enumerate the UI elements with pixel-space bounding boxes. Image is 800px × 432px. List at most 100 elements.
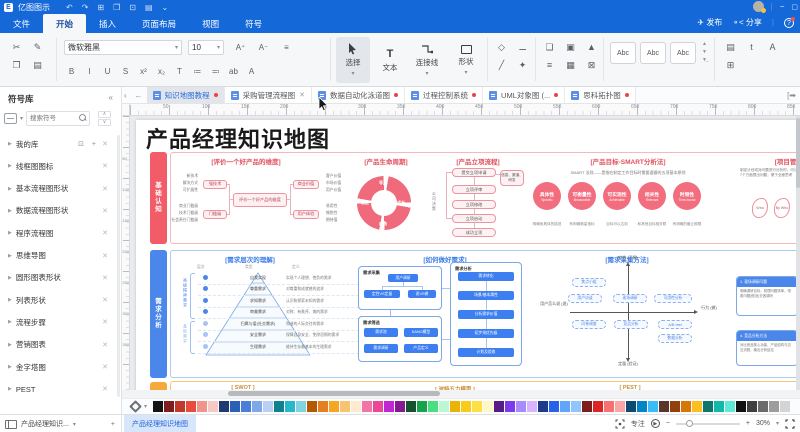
color-swatch[interactable] bbox=[692, 401, 702, 412]
color-swatch[interactable] bbox=[747, 401, 757, 412]
pill[interactable]: 场景/基本属性 bbox=[458, 291, 514, 300]
flow-step[interactable]: 成功立项 bbox=[452, 228, 496, 237]
text-color-icon[interactable]: T bbox=[172, 63, 187, 79]
matrix-method-pill[interactable]: 用户访谈 bbox=[568, 294, 602, 303]
gallery-up-icon[interactable]: ▲ bbox=[702, 41, 707, 47]
save-icon[interactable]: ⊡ bbox=[129, 3, 136, 12]
close-tab-icon[interactable]: ✕ bbox=[299, 91, 305, 99]
cut-icon[interactable]: ✂ bbox=[8, 39, 25, 55]
library-footer-label[interactable]: 产品经理知识... bbox=[21, 419, 69, 429]
pill[interactable]: 分析需求价值 bbox=[458, 310, 514, 319]
spelling-icon[interactable]: A bbox=[764, 39, 781, 55]
print-icon[interactable]: ▤ bbox=[145, 3, 153, 12]
sidebar-library-11[interactable]: ▶金字塔图✕ bbox=[0, 356, 116, 378]
document-tab-5[interactable]: UML对象图 (... bbox=[483, 87, 565, 103]
band-label[interactable]: 基 础 认 知 bbox=[150, 152, 167, 244]
mindmap-branch-node[interactable]: 强技术 bbox=[203, 180, 227, 189]
page-tab[interactable]: 产品经理知识地图 bbox=[124, 415, 196, 432]
mindmap-branch-node[interactable]: 商业价值 bbox=[293, 180, 319, 189]
zoom-slider[interactable] bbox=[676, 423, 740, 425]
font-family-select[interactable]: 微软雅黑▾ bbox=[64, 40, 182, 55]
color-swatch[interactable] bbox=[593, 401, 603, 412]
zoom-in-button[interactable]: + bbox=[746, 420, 750, 427]
expand-arrow-icon[interactable]: ▶ bbox=[8, 141, 12, 147]
info-card[interactable]: 1. 现场调研问题明确调研目标，梳理问题清单，带着问题(假设)去做调研 bbox=[736, 276, 798, 316]
menu-tab-3[interactable]: 插入 bbox=[86, 14, 129, 33]
open-icon[interactable]: ❐ bbox=[113, 3, 120, 12]
smart-circle[interactable]: 可实现性Achievable bbox=[603, 182, 631, 210]
color-swatch[interactable] bbox=[285, 401, 295, 412]
color-swatch[interactable] bbox=[329, 401, 339, 412]
add-library-button[interactable]: + bbox=[111, 421, 115, 428]
pill[interactable]: 需求池 bbox=[364, 328, 398, 337]
pill[interactable]: 产品定义 bbox=[404, 344, 438, 353]
bullet-list-icon[interactable]: ≔ bbox=[190, 63, 205, 79]
expand-arrow-icon[interactable]: ▶ bbox=[8, 297, 12, 303]
menu-tab-2[interactable]: 开始 bbox=[43, 14, 86, 33]
chevron-down-icon[interactable]: ▾ bbox=[73, 421, 76, 428]
redo-icon[interactable]: ↷ bbox=[82, 3, 89, 12]
color-swatch[interactable] bbox=[725, 401, 735, 412]
color-swatch[interactable] bbox=[307, 401, 317, 412]
sidebar-library-3[interactable]: ▶基本流程图形状✕ bbox=[0, 178, 116, 200]
customize-toolbar-icon[interactable]: ⌄ bbox=[162, 3, 169, 12]
remove-library-icon[interactable]: ✕ bbox=[102, 140, 108, 148]
sidebar-library-1[interactable]: ▶我的库⊡+✕ bbox=[0, 133, 116, 155]
highlight-icon[interactable]: ab bbox=[226, 63, 241, 79]
back-icon[interactable]: ← bbox=[131, 87, 147, 103]
color-swatch[interactable] bbox=[769, 401, 779, 412]
color-swatch[interactable] bbox=[263, 401, 273, 412]
mindmap-branch-node[interactable]: 门槛级 bbox=[203, 210, 227, 219]
flow-step[interactable]: 提交立项申请 bbox=[452, 168, 496, 177]
horizontal-scrollbar-thumb[interactable] bbox=[228, 391, 440, 396]
import-library-icon[interactable]: ⊡ bbox=[78, 140, 84, 148]
subscript-icon[interactable]: x₂ bbox=[154, 63, 169, 79]
color-swatch[interactable] bbox=[648, 401, 658, 412]
pill[interactable]: 初步排优先级 bbox=[458, 329, 514, 338]
smart-circle[interactable]: 相关性Relevant bbox=[638, 182, 666, 210]
font-size-select[interactable]: 10▾ bbox=[188, 40, 224, 55]
flow-step[interactable]: 立项评审 bbox=[452, 185, 496, 194]
pill[interactable]: 需求转化 bbox=[458, 272, 514, 281]
horizontal-scrollbar[interactable] bbox=[122, 390, 800, 398]
zoom-level[interactable]: 30% bbox=[756, 420, 770, 427]
info-card[interactable]: 4. 竞品分析方法对比竞品核心功能、产品结构与交互流程，输出分析结论 bbox=[736, 330, 798, 366]
color-swatch[interactable] bbox=[758, 401, 768, 412]
drawing-page[interactable]: 产品经理知识地图基 础 认 知[评价一个好产品的维度][产品生命周期][产品立项… bbox=[136, 120, 800, 390]
color-swatch[interactable] bbox=[439, 401, 449, 412]
strikethrough-icon[interactable]: S bbox=[118, 63, 133, 79]
shape-style-preset-2[interactable]: Abc bbox=[640, 42, 666, 64]
connector-tool-button[interactable]: 连接线▾ bbox=[410, 37, 444, 83]
smart-circle[interactable]: 可衡量性Measurable bbox=[568, 182, 596, 210]
paste-icon[interactable]: ▤ bbox=[29, 57, 46, 73]
fill-bucket-icon[interactable] bbox=[129, 400, 142, 413]
scroll-down-icon[interactable]: ∨ bbox=[98, 119, 111, 126]
zoom-slider-thumb[interactable] bbox=[686, 420, 693, 427]
color-swatch[interactable] bbox=[659, 401, 669, 412]
bold-icon[interactable]: B bbox=[64, 63, 79, 79]
format-painter-icon[interactable]: ✎ bbox=[29, 39, 46, 55]
collect-box[interactable]: 需求采集 bbox=[358, 266, 442, 310]
color-swatch[interactable] bbox=[252, 401, 262, 412]
underline-icon[interactable]: U bbox=[100, 63, 115, 79]
menu-tab-4[interactable]: 页面布局 bbox=[129, 14, 189, 33]
mindmap-center-node[interactable]: 评价一个好产品的维度 bbox=[233, 193, 287, 207]
color-swatch[interactable] bbox=[560, 401, 570, 412]
increase-font-icon[interactable]: A⁺ bbox=[232, 39, 249, 55]
color-swatch[interactable] bbox=[274, 401, 284, 412]
library-manager-icon[interactable] bbox=[4, 113, 17, 124]
sidebar-library-7[interactable]: ▶圆形图表形状✕ bbox=[0, 267, 116, 289]
sidebar-library-5[interactable]: ▶程序流程图✕ bbox=[0, 222, 116, 244]
matrix-method-pill[interactable]: 现场调研 bbox=[613, 294, 647, 303]
chevron-down-icon[interactable]: ▾ bbox=[144, 403, 147, 410]
color-swatch[interactable] bbox=[164, 401, 174, 412]
presentation-play-button[interactable]: ▶ bbox=[651, 419, 660, 428]
lifecycle-donut-chart[interactable]: 导入成长成熟衰退 bbox=[357, 176, 411, 230]
line-style-icon[interactable]: ⚊ bbox=[514, 39, 531, 55]
color-swatch[interactable] bbox=[373, 401, 383, 412]
select-tool-button[interactable]: 选择▾ bbox=[336, 37, 370, 83]
expand-arrow-icon[interactable]: ▶ bbox=[8, 319, 12, 325]
share-button[interactable]: ⚬< 分享 bbox=[732, 17, 762, 28]
remove-library-icon[interactable]: ✕ bbox=[102, 363, 108, 371]
color-swatch[interactable] bbox=[318, 401, 328, 412]
